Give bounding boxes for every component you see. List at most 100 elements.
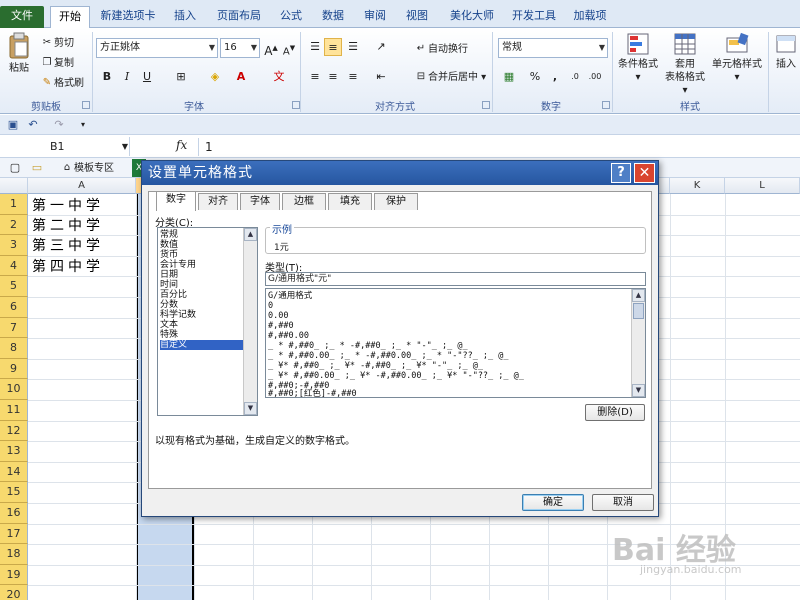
- percent-button[interactable]: %: [526, 68, 544, 86]
- row-header[interactable]: 14: [0, 461, 28, 483]
- shrink-font-icon[interactable]: A▼: [280, 39, 298, 57]
- align-bottom-icon[interactable]: ☰: [344, 38, 362, 56]
- type-input[interactable]: G/通用格式"元": [265, 272, 646, 286]
- row-header[interactable]: 20: [0, 585, 28, 600]
- category-list[interactable]: 常规 数值 货币 会计专用 日期 时间 百分比 分数 科学记数 文本 特殊 自定…: [157, 227, 258, 416]
- list-item[interactable]: 常规: [160, 230, 244, 240]
- row-header[interactable]: 19: [0, 564, 28, 586]
- scroll-up-icon[interactable]: ▲: [632, 289, 645, 302]
- list-item[interactable]: 特殊: [160, 330, 244, 340]
- scroll-down-icon[interactable]: ▼: [244, 402, 257, 415]
- tab-new[interactable]: 新建选项卡: [96, 6, 160, 28]
- scroll-up-icon[interactable]: ▲: [244, 228, 257, 241]
- list-item[interactable]: _ ¥* #,##0_ ;_ ¥* -#,##0_ ;_ ¥* "-"_ ;_ …: [268, 361, 483, 371]
- new-doc-icon[interactable]: ▢: [6, 159, 24, 177]
- font-color-icon[interactable]: A: [232, 68, 250, 86]
- format-scrollbar[interactable]: ▲ ▼: [631, 289, 645, 397]
- conditional-format-button[interactable]: 条件格式 ▾: [614, 32, 662, 84]
- row-header[interactable]: 7: [0, 317, 28, 339]
- align-middle-icon[interactable]: ≡: [324, 38, 342, 56]
- row-header[interactable]: 1: [0, 194, 28, 215]
- row-header[interactable]: 2: [0, 214, 28, 236]
- format-list[interactable]: G/通用格式 0 0.00 #,##0 #,##0.00 _ * #,##0_ …: [265, 288, 646, 398]
- row-header[interactable]: 5: [0, 276, 28, 297]
- alignment-launcher-icon[interactable]: [482, 101, 490, 109]
- tab-border[interactable]: 边框: [282, 193, 326, 210]
- copy-button[interactable]: ❐ 复制: [40, 54, 74, 72]
- increase-decimal-icon[interactable]: .0: [566, 68, 584, 86]
- tab-home[interactable]: 开始: [50, 6, 90, 29]
- delete-button[interactable]: 删除(D): [585, 404, 645, 421]
- row-header[interactable]: 18: [0, 544, 28, 565]
- list-item[interactable]: _ ¥* #,##0.00_ ;_ ¥* -#,##0.00_ ;_ ¥* "-…: [268, 371, 524, 381]
- font-launcher-icon[interactable]: [292, 101, 300, 109]
- font-size-combo[interactable]: 16 ▼: [220, 38, 260, 58]
- cell-styles-button[interactable]: 单元格样式 ▾: [708, 32, 766, 84]
- tab-view[interactable]: 视图: [400, 6, 434, 28]
- format-painter-button[interactable]: ✎ 格式刷: [40, 74, 84, 92]
- list-item[interactable]: 分数: [160, 300, 244, 310]
- list-item[interactable]: 货币: [160, 250, 244, 260]
- cell-a2[interactable]: 第二中学: [32, 215, 104, 235]
- tab-beautify[interactable]: 美化大师: [446, 6, 498, 28]
- undo-icon[interactable]: ↶: [24, 116, 42, 134]
- formula-input[interactable]: 1: [198, 138, 213, 156]
- bold-button[interactable]: B: [98, 68, 116, 86]
- select-all-corner[interactable]: [0, 178, 28, 194]
- name-box[interactable]: B1: [0, 137, 130, 156]
- row-header[interactable]: 4: [0, 255, 28, 277]
- tab-fill[interactable]: 填充: [328, 193, 372, 210]
- cell-a4[interactable]: 第四中学: [32, 256, 104, 276]
- insert-cells-button[interactable]: 插入: [772, 32, 800, 71]
- number-format-combo[interactable]: 常规 ▼: [498, 38, 608, 58]
- cell-a1[interactable]: 第一中学: [32, 195, 104, 215]
- number-launcher-icon[interactable]: [602, 101, 610, 109]
- list-item[interactable]: 日期: [160, 270, 244, 280]
- redo-icon[interactable]: ↷: [50, 116, 68, 134]
- template-tab[interactable]: ⌂ 模板专区: [60, 159, 114, 177]
- list-item-selected[interactable]: 自定义: [160, 340, 244, 350]
- fill-color-icon[interactable]: ◈: [206, 68, 224, 86]
- list-item[interactable]: 会计专用: [160, 260, 244, 270]
- column-header-a[interactable]: A: [28, 178, 136, 194]
- phonetic-icon[interactable]: 文: [270, 68, 288, 86]
- row-header[interactable]: 9: [0, 358, 28, 380]
- row-header[interactable]: 6: [0, 297, 28, 318]
- align-top-icon[interactable]: ☰: [306, 38, 324, 56]
- list-item[interactable]: 百分比: [160, 290, 244, 300]
- list-item[interactable]: _ * #,##0_ ;_ * -#,##0_ ;_ * "-"_ ;_ @_: [268, 341, 468, 351]
- row-header[interactable]: 11: [0, 400, 28, 421]
- folder-icon[interactable]: ▭: [28, 159, 46, 177]
- clipboard-launcher-icon[interactable]: [82, 101, 90, 109]
- row-header[interactable]: 8: [0, 338, 28, 359]
- list-item[interactable]: 文本: [160, 320, 244, 330]
- tab-protection[interactable]: 保护: [374, 193, 418, 210]
- scroll-down-icon[interactable]: ▼: [632, 384, 645, 397]
- category-scrollbar[interactable]: ▲ ▼: [243, 228, 257, 415]
- list-item[interactable]: #,##0.00: [268, 331, 309, 341]
- decrease-decimal-icon[interactable]: .00: [586, 68, 604, 86]
- cut-button[interactable]: ✂ 剪切: [40, 34, 74, 52]
- chevron-down-icon[interactable]: ▼: [116, 138, 134, 156]
- tab-data[interactable]: 数据: [316, 6, 350, 28]
- list-item[interactable]: #,##0;[红色]-#,##0: [268, 389, 357, 397]
- row-header[interactable]: 13: [0, 441, 28, 462]
- align-right-icon[interactable]: ≡: [344, 68, 362, 86]
- row-header[interactable]: 15: [0, 482, 28, 503]
- font-name-combo[interactable]: 方正姚体 ▼: [96, 38, 218, 58]
- cell-a3[interactable]: 第三中学: [32, 235, 104, 255]
- align-center-icon[interactable]: ≡: [324, 68, 342, 86]
- list-item[interactable]: G/通用格式: [268, 291, 312, 301]
- tab-addins[interactable]: 加载项: [570, 6, 610, 28]
- row-header[interactable]: 10: [0, 379, 28, 400]
- comma-button[interactable]: ,: [546, 68, 564, 86]
- currency-icon[interactable]: ▦: [500, 68, 518, 86]
- merge-center-button[interactable]: ⊟ 合并后居中 ▾: [414, 68, 486, 86]
- tab-page-layout[interactable]: 页面布局: [212, 6, 266, 28]
- grow-font-icon[interactable]: A▲: [262, 39, 280, 58]
- close-icon[interactable]: ✕: [634, 163, 655, 183]
- dialog-title[interactable]: 设置单元格格式: [142, 161, 658, 185]
- italic-button[interactable]: I: [118, 68, 136, 86]
- tab-insert[interactable]: 插入: [166, 6, 204, 28]
- tab-alignment[interactable]: 对齐: [198, 193, 238, 210]
